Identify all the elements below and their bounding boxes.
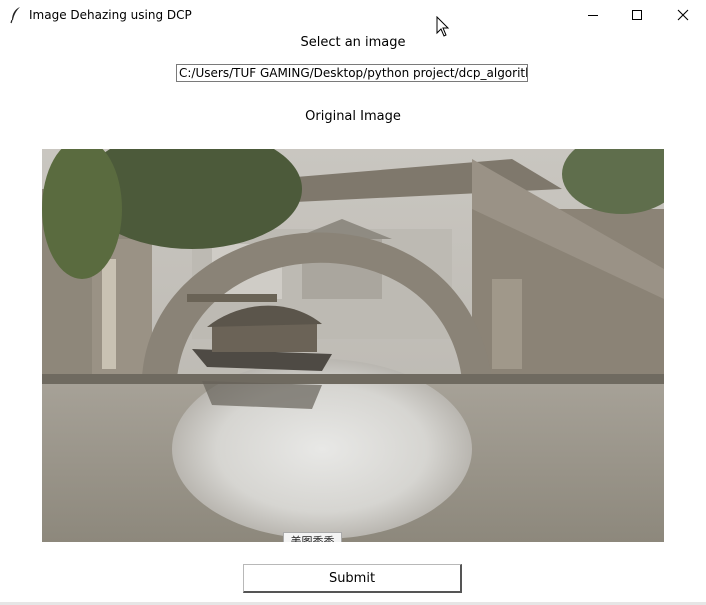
original-image-label: Original Image (305, 109, 401, 124)
maximize-button[interactable] (614, 0, 660, 30)
original-image: 美图秀秀 (42, 149, 664, 542)
select-image-label: Select an image (300, 35, 406, 50)
minimize-icon (588, 15, 598, 16)
minimize-button[interactable] (570, 0, 616, 30)
title-bar: Image Dehazing using DCP (0, 0, 706, 30)
close-button[interactable] (660, 0, 706, 30)
watermark-label: 美图秀秀 (283, 532, 342, 542)
feather-icon (10, 7, 20, 24)
close-icon (677, 9, 689, 21)
maximize-icon (632, 10, 642, 20)
file-path-field[interactable]: C:/Users/TUF GAMING/Desktop/python proje… (176, 64, 528, 82)
submit-button[interactable]: Submit (243, 564, 462, 593)
window-title: Image Dehazing using DCP (29, 8, 192, 22)
